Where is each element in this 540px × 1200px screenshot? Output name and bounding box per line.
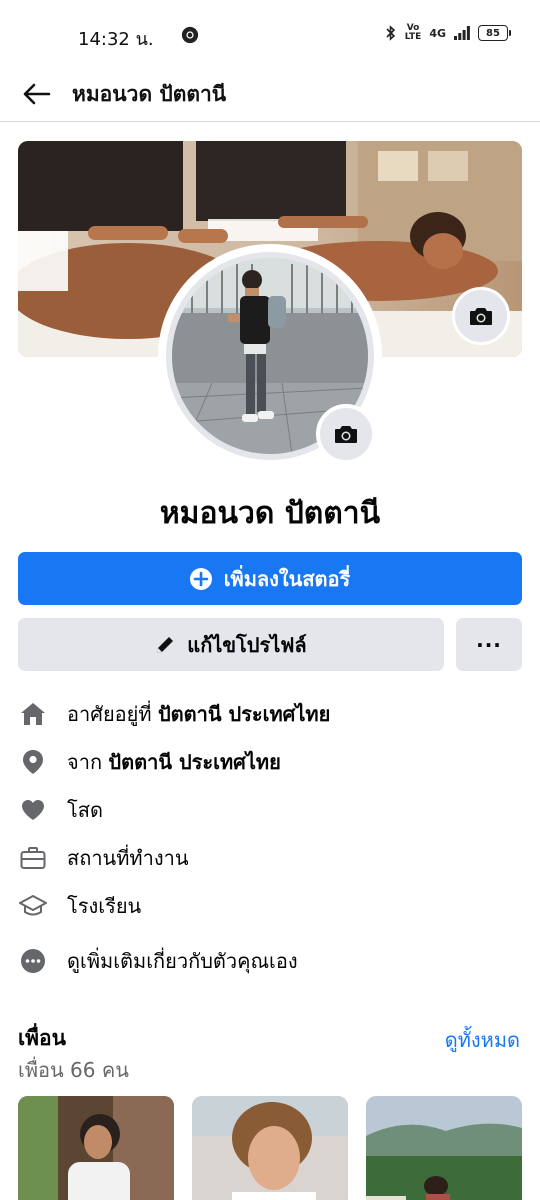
add-to-story-label: เพิ่มลงในสตอรี่ <box>223 566 351 591</box>
camera-icon <box>335 426 357 443</box>
detail-lives-in-value: ปัตตานี ประเทศไทย <box>157 702 331 726</box>
briefcase-icon <box>18 843 48 873</box>
home-icon <box>18 699 48 729</box>
see-more-about-button[interactable]: ดูเพิ่มเติมเกี่ยวกับตัวคุณเอง <box>18 941 522 981</box>
profile-name: หมอนวด ปัตตานี <box>159 496 381 531</box>
detail-lives-in: อาศัยอยู่ที่ ปัตตานี ประเทศไทย <box>18 694 522 734</box>
more-circle-icon <box>18 946 48 976</box>
friend-card[interactable] <box>366 1096 522 1200</box>
detail-workplace[interactable]: สถานที่ทำงาน <box>18 838 522 878</box>
arrow-left-icon <box>23 83 51 105</box>
graduation-cap-icon <box>18 891 48 921</box>
detail-relationship-text: โสด <box>67 798 103 822</box>
pencil-icon <box>157 636 174 653</box>
status-time: 14:32 น. <box>78 29 154 50</box>
friend-photo <box>18 1096 174 1200</box>
friends-count: เพื่อน 66 คน <box>18 1058 129 1082</box>
camera-icon <box>470 308 492 325</box>
chrome-icon <box>181 26 199 44</box>
volte-indicator: Vo LTE <box>405 24 422 42</box>
location-pin-icon <box>18 747 48 777</box>
signal-icon <box>454 26 470 40</box>
friend-card[interactable] <box>192 1096 348 1200</box>
more-options-button[interactable]: ··· <box>456 618 522 671</box>
detail-workplace-text: สถานที่ทำงาน <box>67 846 189 870</box>
battery-indicator: 85 <box>478 25 511 41</box>
signal-type: 4G <box>429 26 446 40</box>
edit-profile-label: แก้ไขโปรไฟล์ <box>187 632 307 657</box>
edit-profile-picture-button[interactable] <box>316 404 376 464</box>
detail-school-text: โรงเรียน <box>67 894 142 918</box>
see-all-friends-link[interactable]: ดูทั้งหมด <box>445 1024 520 1056</box>
plus-circle-icon <box>189 567 212 590</box>
top-app-bar: หมอนวด ปัตตานี <box>0 70 540 122</box>
detail-lives-in-text: อาศัยอยู่ที่ ปัตตานี ประเทศไทย <box>67 698 330 730</box>
battery-level: 85 <box>486 27 500 39</box>
detail-relationship: โสด <box>18 790 522 830</box>
detail-from: จาก ปัตตานี ประเทศไทย <box>18 742 522 782</box>
volte-bottom: LTE <box>404 32 422 42</box>
detail-from-prefix: จาก <box>67 750 109 774</box>
detail-lives-in-prefix: อาศัยอยู่ที่ <box>67 702 158 726</box>
detail-school[interactable]: โรงเรียน <box>18 886 522 926</box>
status-indicators: Vo LTE 4G 85 <box>385 24 511 42</box>
heart-icon <box>18 795 48 825</box>
see-more-about-label: ดูเพิ่มเติมเกี่ยวกับตัวคุณเอง <box>67 949 298 973</box>
friend-photo <box>192 1096 348 1200</box>
status-bar: 14:32 น. Vo LTE 4G 85 <box>0 0 540 70</box>
friends-section-title: เพื่อน <box>18 1026 66 1050</box>
edit-cover-button[interactable] <box>452 287 510 345</box>
detail-from-text: จาก ปัตตานี ประเทศไทย <box>67 746 281 778</box>
add-to-story-button[interactable]: เพิ่มลงในสตอรี่ <box>18 552 522 605</box>
edit-profile-button[interactable]: แก้ไขโปรไฟล์ <box>18 618 444 671</box>
page-title: หมอนวด ปัตตานี <box>72 82 227 106</box>
friend-card[interactable] <box>18 1096 174 1200</box>
detail-from-value: ปัตตานี ประเทศไทย <box>108 750 281 774</box>
friend-photo <box>366 1096 522 1200</box>
bluetooth-icon <box>386 25 395 41</box>
more-label: ··· <box>476 632 502 657</box>
back-button[interactable] <box>18 76 54 112</box>
